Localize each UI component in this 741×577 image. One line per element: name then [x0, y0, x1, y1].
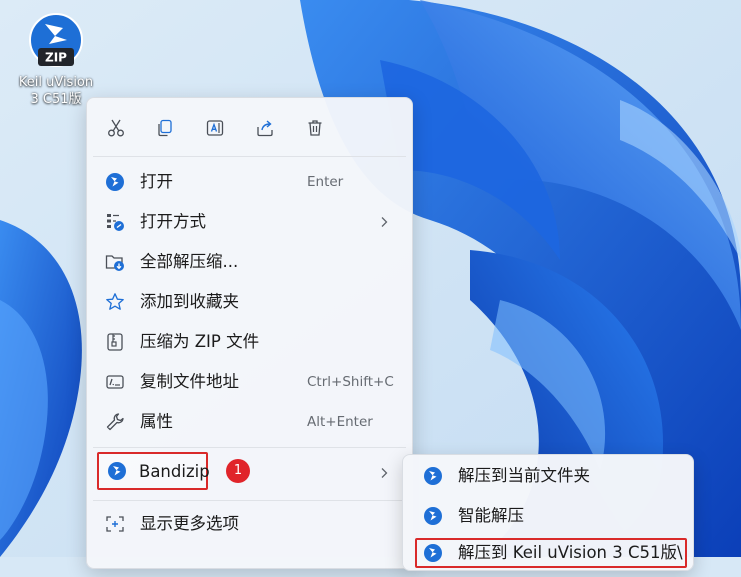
cut-button[interactable] — [102, 114, 130, 142]
menu-item-add-to-favorites[interactable]: 添加到收藏夹 — [87, 282, 412, 322]
menu-item-open[interactable]: 打开 Enter — [87, 162, 412, 202]
menu-item-label: 添加到收藏夹 — [140, 292, 239, 311]
cut-icon — [108, 119, 124, 137]
menu-item-label: 打开 — [140, 172, 173, 191]
chevron-right-icon — [381, 468, 388, 478]
wrench-icon — [106, 413, 124, 431]
delete-icon — [308, 120, 322, 136]
menu-item-label: 复制文件地址 — [140, 372, 239, 391]
rename-icon — [206, 120, 224, 136]
menu-separator — [93, 500, 406, 501]
zip-compress-icon — [107, 333, 123, 351]
menu-item-label: 属性 — [140, 412, 173, 431]
star-icon — [106, 293, 124, 310]
desktop-icon-label-line1: Keil uVision — [18, 75, 94, 90]
share-button[interactable] — [251, 114, 279, 142]
context-menu-toolbar — [87, 98, 412, 156]
desktop-file-icon[interactable]: ZIP Keil uVision 3 C51版 — [8, 10, 104, 108]
menu-item-label: 压缩为 ZIP 文件 — [140, 332, 260, 351]
menu-item-copy-path[interactable]: 复制文件地址 Ctrl+Shift+C — [87, 362, 412, 402]
share-icon — [257, 120, 273, 137]
menu-item-shortcut: Enter — [307, 174, 344, 190]
menu-item-properties[interactable]: 属性 Alt+Enter — [87, 402, 412, 442]
menu-separator — [93, 447, 406, 448]
submenu-item-label: 智能解压 — [458, 506, 524, 525]
svg-text:ZIP: ZIP — [45, 51, 67, 65]
chevron-right-icon — [381, 217, 388, 227]
menu-item-show-more-options[interactable]: 显示更多选项 — [87, 504, 412, 544]
menu-item-shortcut: Alt+Enter — [307, 414, 373, 430]
menu-item-shortcut: Ctrl+Shift+C — [307, 374, 394, 390]
menu-item-compress-zip[interactable]: 压缩为 ZIP 文件 — [87, 322, 412, 362]
submenu-item-smart-extract[interactable]: 智能解压 — [403, 497, 693, 537]
copy-icon — [158, 119, 172, 137]
delete-button[interactable] — [301, 114, 329, 142]
context-menu: 打开 Enter 打开方式 全部解压缩... 添加到收藏夹 压缩为 ZIP 文件… — [86, 97, 413, 569]
menu-separator — [93, 156, 406, 157]
bandizip-icon — [424, 507, 442, 525]
more-options-icon — [106, 516, 124, 532]
open-with-icon — [107, 214, 124, 231]
extract-all-icon — [105, 255, 124, 271]
bandizip-icon — [106, 173, 124, 191]
submenu-item-label: 解压到当前文件夹 — [458, 466, 590, 485]
bandizip-archive-icon: ZIP — [29, 13, 83, 67]
copy-path-icon — [106, 375, 124, 389]
bandizip-icon — [108, 462, 126, 480]
step-badge: 1 — [226, 459, 250, 483]
submenu-item-extract-here[interactable]: 解压到当前文件夹 — [403, 457, 693, 497]
bandizip-label: Bandizip — [139, 462, 210, 481]
menu-item-open-with[interactable]: 打开方式 — [87, 202, 412, 242]
menu-item-label: 打开方式 — [140, 212, 206, 231]
extract-to-folder-highlight-box — [415, 538, 687, 568]
bandizip-highlight-box[interactable]: Bandizip — [97, 452, 210, 490]
rename-button[interactable] — [201, 114, 229, 142]
menu-item-label: 显示更多选项 — [140, 514, 239, 533]
menu-item-label: 全部解压缩... — [140, 252, 239, 271]
bandizip-icon — [424, 467, 442, 485]
menu-item-extract-all[interactable]: 全部解压缩... — [87, 242, 412, 282]
copy-button[interactable] — [151, 114, 179, 142]
